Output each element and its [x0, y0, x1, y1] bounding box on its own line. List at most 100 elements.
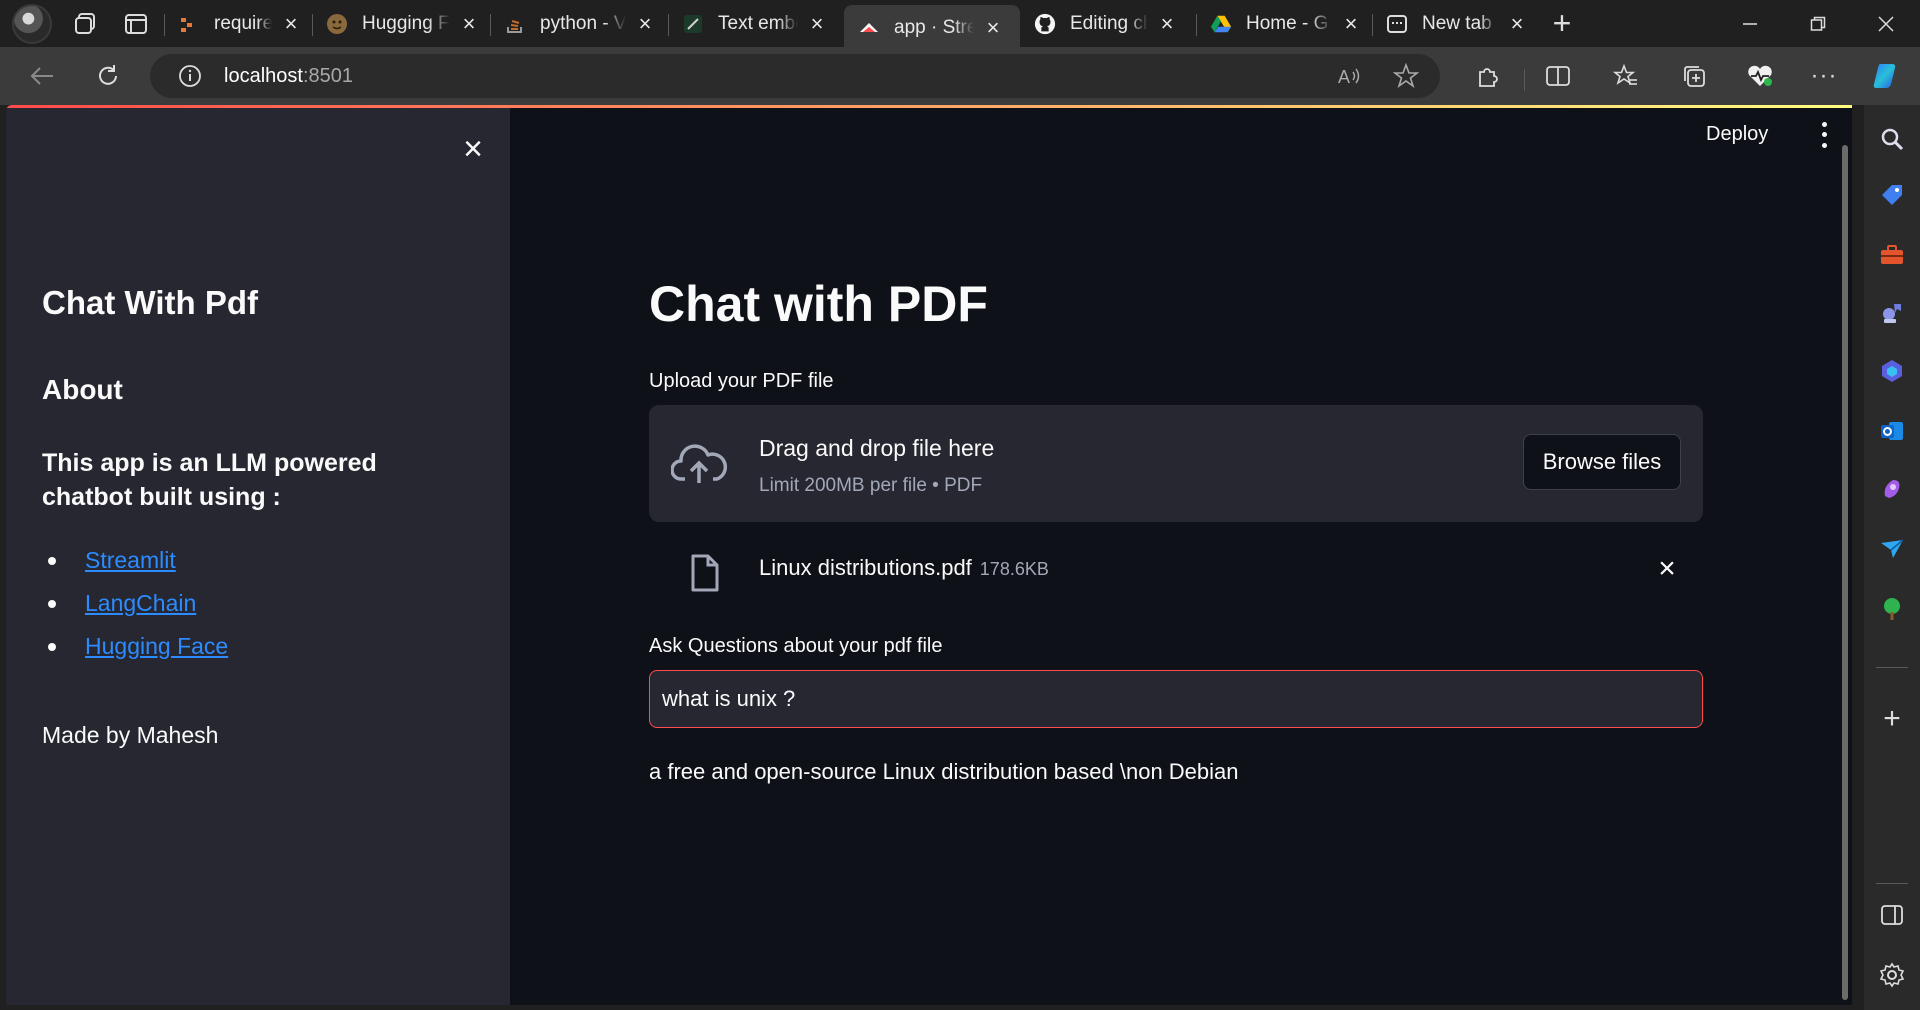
extensions-icon[interactable]: [1468, 56, 1508, 96]
browser-tab[interactable]: New tab ×: [1372, 5, 1538, 43]
streamlit-icon: [858, 17, 880, 39]
settings-gear-icon[interactable]: [1876, 959, 1908, 991]
browser-tab[interactable]: Text embe ×: [668, 5, 844, 43]
add-sidebar-app-icon[interactable]: +: [1876, 702, 1908, 735]
huggingface-file-icon: [178, 13, 200, 35]
sidebar-description: This app is an LLM powered chatbot built…: [42, 449, 377, 511]
main-menu-icon[interactable]: [1818, 119, 1830, 151]
made-by-text: Made by Mahesh: [42, 722, 219, 748]
close-tab-icon[interactable]: ×: [806, 11, 828, 36]
langchain-icon: [682, 13, 704, 35]
url-port: :8501: [302, 64, 353, 87]
link-hugging-face[interactable]: Hugging Face: [85, 633, 228, 659]
browser-tab[interactable]: requireme ×: [164, 5, 312, 43]
file-size: 178.6KB: [979, 559, 1049, 579]
minimize-icon[interactable]: [1716, 0, 1784, 47]
upload-label: Upload your PDF file: [649, 370, 834, 392]
new-tab-plus-icon[interactable]: +: [1542, 4, 1582, 44]
list-item: Hugging Face: [42, 628, 228, 671]
close-tab-icon[interactable]: ×: [280, 11, 302, 36]
app-sidebar: × Chat With Pdf About This app is an LLM…: [6, 108, 510, 1005]
games-icon[interactable]: [1876, 297, 1908, 329]
tab-title: New tab: [1422, 12, 1492, 34]
send-icon[interactable]: [1876, 533, 1908, 565]
remove-file-icon[interactable]: ×: [1651, 552, 1683, 585]
streamlit-page: × Chat With Pdf About This app is an LLM…: [6, 105, 1852, 1005]
microsoft-365-icon[interactable]: [1876, 355, 1908, 387]
tab-title: Text embe: [718, 12, 798, 34]
url-host: localhost: [224, 64, 303, 87]
sidebar-title: Chat With Pdf: [42, 284, 258, 321]
close-tab-icon[interactable]: ×: [1506, 11, 1528, 36]
browser-tab-strip: requireme × Hugging F × python - V × Tex…: [0, 0, 1920, 52]
more-options-icon[interactable]: ···: [1804, 56, 1844, 96]
cloud-upload-icon: [671, 444, 727, 483]
url-bar[interactable]: localhost:8501 A: [150, 54, 1440, 98]
page-title: Chat with PDF: [649, 276, 988, 332]
sidebar-link-list: Streamlit LangChain Hugging Face: [42, 542, 228, 671]
answer-text: a free and open-source Linux distributio…: [649, 759, 1239, 784]
outlook-icon[interactable]: [1876, 415, 1908, 447]
favorite-star-icon[interactable]: [1386, 56, 1426, 96]
tools-icon[interactable]: [1876, 239, 1908, 271]
tab-title: python - V: [540, 12, 626, 34]
tab-title: Hugging F: [362, 12, 450, 34]
close-tab-icon[interactable]: ×: [1156, 11, 1178, 36]
link-langchain[interactable]: LangChain: [85, 590, 196, 616]
browse-files-button[interactable]: Browse files: [1523, 434, 1681, 490]
page-scrollbar[interactable]: [1842, 145, 1848, 1000]
browser-tab[interactable]: Home - G ×: [1196, 5, 1372, 43]
reload-icon[interactable]: [88, 56, 128, 96]
google-drive-icon: [1210, 13, 1232, 35]
shopping-tag-icon[interactable]: [1876, 179, 1908, 211]
close-window-icon[interactable]: [1852, 0, 1920, 47]
browser-tab-active[interactable]: app · Strea ×: [844, 4, 1020, 52]
tab-title: Editing ch: [1070, 12, 1148, 34]
file-name: Linux distributions.pdf: [759, 555, 972, 580]
workspaces-icon[interactable]: [66, 4, 106, 44]
hugging-face-icon: [326, 13, 348, 35]
stackoverflow-icon: [504, 13, 526, 35]
file-dropzone[interactable]: Drag and drop file here Limit 200MB per …: [649, 405, 1703, 522]
search-icon[interactable]: [1876, 123, 1908, 155]
tab-title: requireme: [214, 12, 272, 34]
dropzone-limit: Limit 200MB per file • PDF: [759, 475, 983, 496]
close-tab-icon[interactable]: ×: [1340, 11, 1362, 36]
browser-tab[interactable]: Editing ch ×: [1020, 5, 1196, 43]
new-tab-icon: [1386, 13, 1408, 35]
favorites-icon[interactable]: [1606, 56, 1646, 96]
svg-text:A: A: [1338, 67, 1350, 87]
question-label: Ask Questions about your pdf file: [649, 635, 943, 657]
designer-icon[interactable]: [1876, 473, 1908, 505]
browser-essentials-icon[interactable]: [1740, 56, 1780, 96]
read-aloud-icon[interactable]: A: [1330, 56, 1370, 96]
tab-actions-icon[interactable]: [116, 4, 156, 44]
back-icon[interactable]: [22, 56, 62, 96]
close-tab-icon[interactable]: ×: [634, 11, 656, 36]
edge-sidebar: +: [1864, 105, 1920, 1010]
tree-icon[interactable]: [1876, 593, 1908, 625]
list-item: LangChain: [42, 585, 228, 628]
close-tab-icon[interactable]: ×: [982, 15, 1004, 40]
close-sidebar-icon[interactable]: ×: [455, 130, 491, 168]
split-screen-icon[interactable]: [1538, 56, 1578, 96]
site-info-icon[interactable]: [176, 62, 204, 90]
sidebar-about-heading: About: [42, 374, 123, 405]
profile-avatar[interactable]: [12, 3, 52, 44]
github-icon: [1034, 13, 1056, 35]
dropzone-instructions: Drag and drop file here: [759, 435, 995, 461]
question-input[interactable]: [649, 670, 1703, 728]
restore-icon[interactable]: [1784, 0, 1852, 47]
list-item: Streamlit: [42, 542, 228, 585]
browser-tab[interactable]: Hugging F ×: [312, 5, 490, 43]
close-tab-icon[interactable]: ×: [458, 11, 480, 36]
uploaded-file-row: Linux distributions.pdf 178.6KB ×: [649, 535, 1703, 607]
hide-sidebar-icon[interactable]: [1876, 899, 1908, 931]
collections-icon[interactable]: [1674, 56, 1714, 96]
file-icon: [691, 554, 719, 592]
tab-title: app · Strea: [894, 17, 974, 38]
link-streamlit[interactable]: Streamlit: [85, 547, 176, 573]
browser-tab[interactable]: python - V ×: [490, 5, 668, 43]
copilot-icon[interactable]: [1866, 56, 1906, 96]
deploy-button[interactable]: Deploy: [1706, 123, 1768, 146]
